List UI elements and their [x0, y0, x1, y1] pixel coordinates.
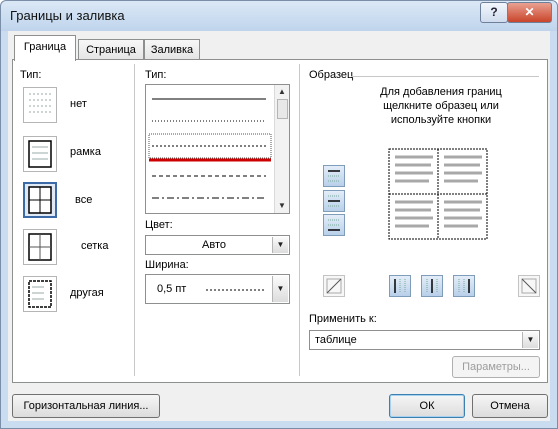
setting-all-icon[interactable] — [23, 182, 57, 218]
setting-grid-label: сетка — [81, 240, 109, 252]
apply-to-combobox[interactable]: таблице ▼ — [309, 330, 540, 350]
line-style-scrollbar[interactable]: ▲ ▼ — [274, 85, 289, 213]
setting-grid-icon[interactable] — [23, 229, 57, 265]
inside-horizontal-border-button[interactable] — [323, 190, 345, 212]
cancel-button[interactable]: Отмена — [472, 394, 548, 418]
section-divider — [299, 64, 300, 376]
tab-border[interactable]: Граница — [14, 35, 76, 61]
all-borders-icon — [28, 186, 52, 214]
dialog-client-area: Граница Страница Заливка Тип: нет рамка … — [8, 31, 550, 421]
diagonal-down-border-button[interactable] — [323, 275, 345, 297]
window-title: Границы и заливка — [10, 8, 125, 23]
width-combobox[interactable]: 0,5 пт ▼ — [145, 274, 290, 304]
preview-hint: Для добавления границ щелкните образец и… — [380, 86, 502, 126]
left-border-icon — [394, 279, 406, 293]
tab-shading[interactable]: Заливка — [144, 39, 200, 60]
setting-all-label: все — [75, 194, 93, 206]
line-style-options — [148, 98, 272, 199]
style-type-label: Тип: — [145, 69, 167, 81]
setting-box-icon[interactable] — [23, 136, 57, 172]
inside-vertical-border-icon — [426, 279, 438, 293]
no-border-icon — [29, 93, 51, 113]
dialog-window: Границы и заливка ? ✕ Граница Страница З… — [0, 0, 558, 429]
width-label: Ширина: — [145, 259, 189, 271]
close-button[interactable]: ✕ — [507, 2, 552, 23]
apply-to-label: Применить к: — [309, 313, 377, 325]
setting-box-label: рамка — [70, 146, 101, 158]
setting-type-label: Тип: — [20, 69, 42, 81]
ok-button[interactable]: ОК — [389, 394, 465, 418]
inside-vertical-border-button[interactable] — [421, 275, 443, 297]
bottom-border-icon — [328, 219, 340, 231]
chevron-down-icon[interactable]: ▼ — [272, 276, 288, 302]
preview-separator — [351, 76, 539, 77]
preview-label: Образец — [309, 69, 354, 81]
scroll-up-arrow-icon[interactable]: ▲ — [276, 86, 288, 98]
bottom-border-button[interactable] — [323, 214, 345, 236]
setting-custom-label: другая — [70, 287, 104, 299]
top-border-icon — [328, 170, 340, 182]
options-button[interactable]: Параметры... — [452, 356, 540, 378]
scroll-down-arrow-icon[interactable]: ▼ — [276, 200, 288, 212]
grid-border-icon — [28, 233, 52, 261]
inside-horizontal-border-icon — [328, 195, 340, 207]
tab-page[interactable]: Страница — [78, 39, 144, 60]
section-divider — [134, 64, 135, 376]
left-border-button[interactable] — [389, 275, 411, 297]
right-border-icon — [458, 279, 470, 293]
apply-to-value: таблице — [315, 334, 357, 346]
chevron-down-icon[interactable]: ▼ — [272, 237, 288, 253]
color-value: Авто — [202, 239, 226, 251]
width-line-sample — [206, 289, 266, 291]
help-button[interactable]: ? — [480, 2, 508, 23]
chevron-down-icon[interactable]: ▼ — [522, 332, 538, 348]
diagonal-up-icon — [521, 278, 537, 294]
scroll-thumb[interactable] — [277, 99, 288, 119]
line-style-list[interactable]: ▲ ▼ — [145, 84, 290, 214]
setting-custom-icon[interactable] — [23, 276, 57, 312]
title-bar[interactable]: Границы и заливка ? ✕ — [1, 1, 557, 31]
right-border-button[interactable] — [453, 275, 475, 297]
setting-none-icon[interactable] — [23, 87, 57, 123]
horizontal-line-button[interactable]: Горизонтальная линия... — [12, 394, 160, 418]
width-value: 0,5 пт — [157, 283, 187, 295]
diagonal-down-icon — [326, 278, 342, 294]
tab-panel-border: Тип: нет рамка все сетка другая Тип: ▲ ▼… — [12, 59, 548, 383]
box-border-icon — [28, 140, 52, 168]
diagonal-up-border-button[interactable] — [518, 275, 540, 297]
color-label: Цвет: — [145, 219, 173, 231]
custom-border-icon — [28, 280, 52, 308]
top-border-button[interactable] — [323, 165, 345, 187]
border-preview-sample[interactable] — [383, 143, 493, 245]
setting-none-label: нет — [70, 98, 87, 110]
color-combobox[interactable]: Авто ▼ — [145, 235, 290, 255]
